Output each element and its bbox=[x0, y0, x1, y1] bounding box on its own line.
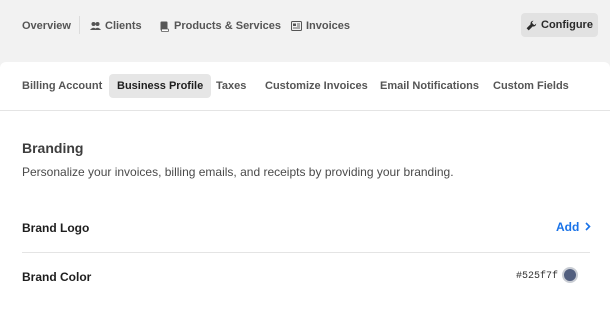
users-icon bbox=[90, 21, 101, 32]
branding-title: Branding bbox=[22, 140, 84, 156]
add-logo-link[interactable]: Add bbox=[556, 220, 591, 234]
wrench-icon bbox=[526, 20, 537, 31]
book-icon bbox=[159, 21, 170, 32]
configure-button[interactable]: Configure bbox=[521, 13, 598, 37]
brand-color-value: #525f7f bbox=[516, 271, 559, 282]
tab-email-notifications[interactable]: Email Notifications bbox=[380, 74, 479, 98]
branding-description: Personalize your invoices, billing email… bbox=[22, 165, 454, 179]
brand-logo-label: Brand Logo bbox=[22, 221, 90, 235]
tab-taxes[interactable]: Taxes bbox=[216, 74, 246, 98]
top-navigation: Overview Clients Products & Services Inv… bbox=[0, 0, 610, 52]
tab-customize-invoices[interactable]: Customize Invoices bbox=[265, 74, 368, 98]
nav-overview[interactable]: Overview bbox=[22, 18, 71, 34]
configure-label: Configure bbox=[541, 19, 593, 31]
invoice-icon bbox=[291, 21, 302, 32]
nav-overview-label: Overview bbox=[22, 20, 71, 32]
settings-tabs: Billing Account Business Profile Taxes C… bbox=[0, 62, 610, 111]
nav-products-label: Products & Services bbox=[174, 20, 281, 32]
nav-clients[interactable]: Clients bbox=[90, 18, 142, 34]
nav-products-services[interactable]: Products & Services bbox=[159, 18, 281, 34]
brand-color-swatch[interactable] bbox=[562, 267, 578, 283]
nav-clients-label: Clients bbox=[105, 20, 142, 32]
settings-panel: Billing Account Business Profile Taxes C… bbox=[0, 62, 610, 311]
tab-business-profile[interactable]: Business Profile bbox=[109, 74, 212, 98]
chevron-right-icon bbox=[585, 220, 591, 234]
nav-invoices[interactable]: Invoices bbox=[291, 18, 350, 34]
nav-divider bbox=[79, 16, 80, 34]
add-logo-label: Add bbox=[556, 220, 580, 234]
tab-billing-account[interactable]: Billing Account bbox=[22, 74, 102, 98]
nav-invoices-label: Invoices bbox=[306, 20, 351, 32]
brand-color-label: Brand Color bbox=[22, 270, 92, 284]
row-divider bbox=[22, 252, 590, 253]
tab-custom-fields[interactable]: Custom Fields bbox=[493, 74, 569, 98]
